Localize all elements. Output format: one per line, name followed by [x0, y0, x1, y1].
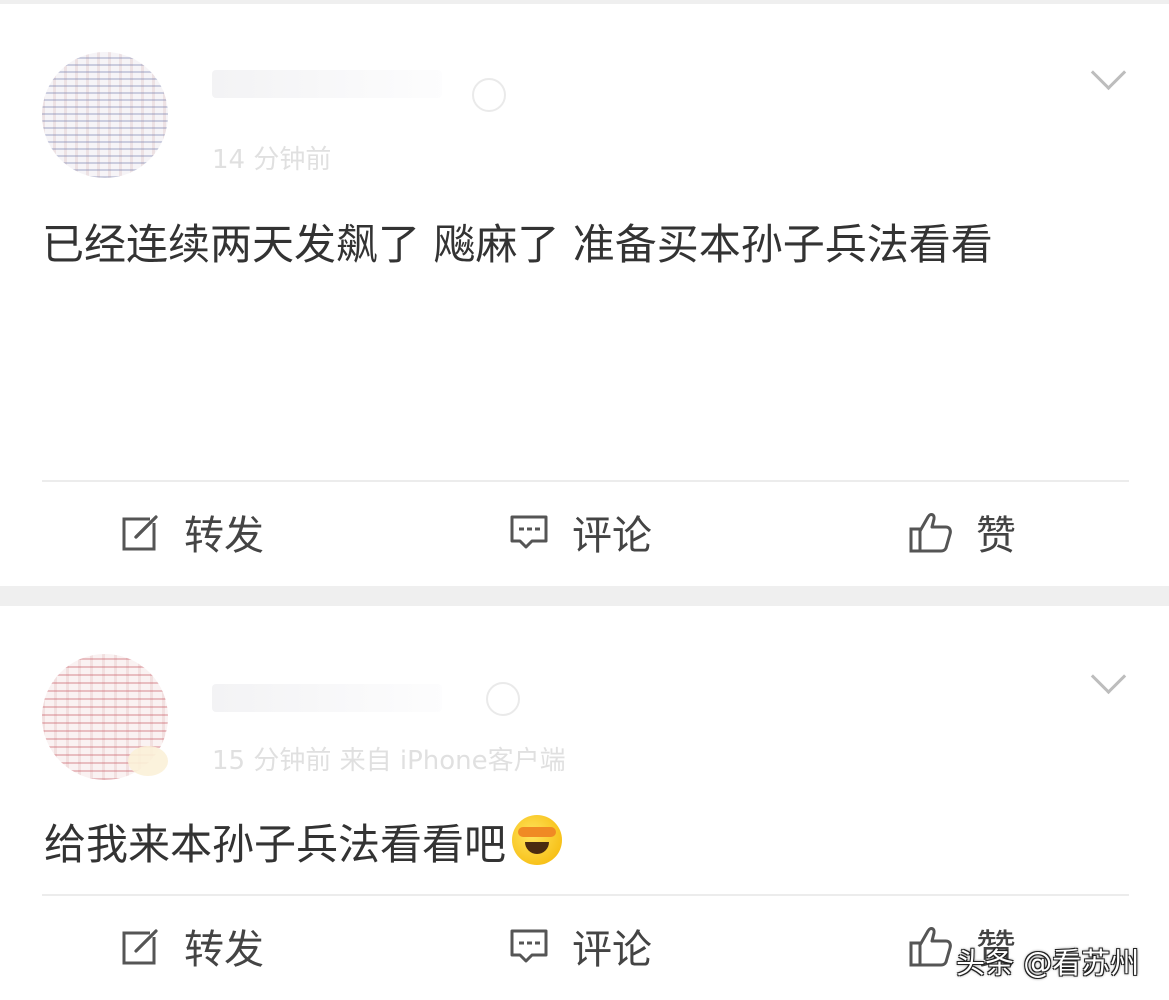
repost-label: 转发 — [184, 513, 264, 559]
post-separator — [0, 586, 1169, 606]
comment-button[interactable]: 评论 — [508, 896, 652, 996]
repost-button[interactable]: 转发 — [120, 482, 264, 582]
comment-bubble-icon — [508, 925, 550, 967]
member-badge-icon — [472, 78, 506, 112]
post-content: 给我来本孙子兵法看看吧 — [44, 812, 1109, 878]
comment-button[interactable]: 评论 — [508, 482, 652, 582]
feed-post: 14 分钟前 已经连续两天发飙了 飚麻了 准备买本孙子兵法看看 转发 评论 赞 — [0, 4, 1169, 586]
source-watermark: 头条 @看苏州 — [956, 946, 1140, 980]
post-timestamp: 15 分钟前 来自 iPhone客户端 — [212, 746, 566, 776]
post-timestamp: 14 分钟前 — [212, 145, 332, 175]
post-content: 已经连续两天发飙了 飚麻了 准备买本孙子兵法看看 — [42, 220, 993, 269]
member-badge-icon — [486, 682, 520, 716]
thumbs-up-icon — [908, 923, 954, 969]
repost-button[interactable]: 转发 — [120, 896, 264, 996]
like-label: 赞 — [976, 513, 1016, 559]
verified-badge-icon — [128, 746, 168, 776]
chevron-down-icon[interactable] — [1090, 54, 1127, 91]
action-bar: 转发 评论 赞 — [0, 482, 1169, 582]
comment-label: 评论 — [572, 513, 652, 559]
like-button[interactable]: 赞 — [908, 482, 1016, 582]
thumbs-up-icon — [908, 509, 954, 555]
repost-label: 转发 — [184, 927, 264, 973]
laughing-crying-emoji-icon — [512, 815, 563, 865]
post-content-text: 给我来本孙子兵法看看吧 — [44, 820, 507, 869]
comment-bubble-icon — [508, 511, 550, 553]
username-blurred[interactable] — [212, 684, 442, 712]
chevron-down-icon[interactable] — [1090, 658, 1127, 695]
edit-share-icon — [120, 925, 162, 967]
edit-share-icon — [120, 511, 162, 553]
comment-label: 评论 — [572, 927, 652, 973]
username-blurred[interactable] — [212, 70, 442, 98]
avatar[interactable] — [42, 52, 168, 178]
